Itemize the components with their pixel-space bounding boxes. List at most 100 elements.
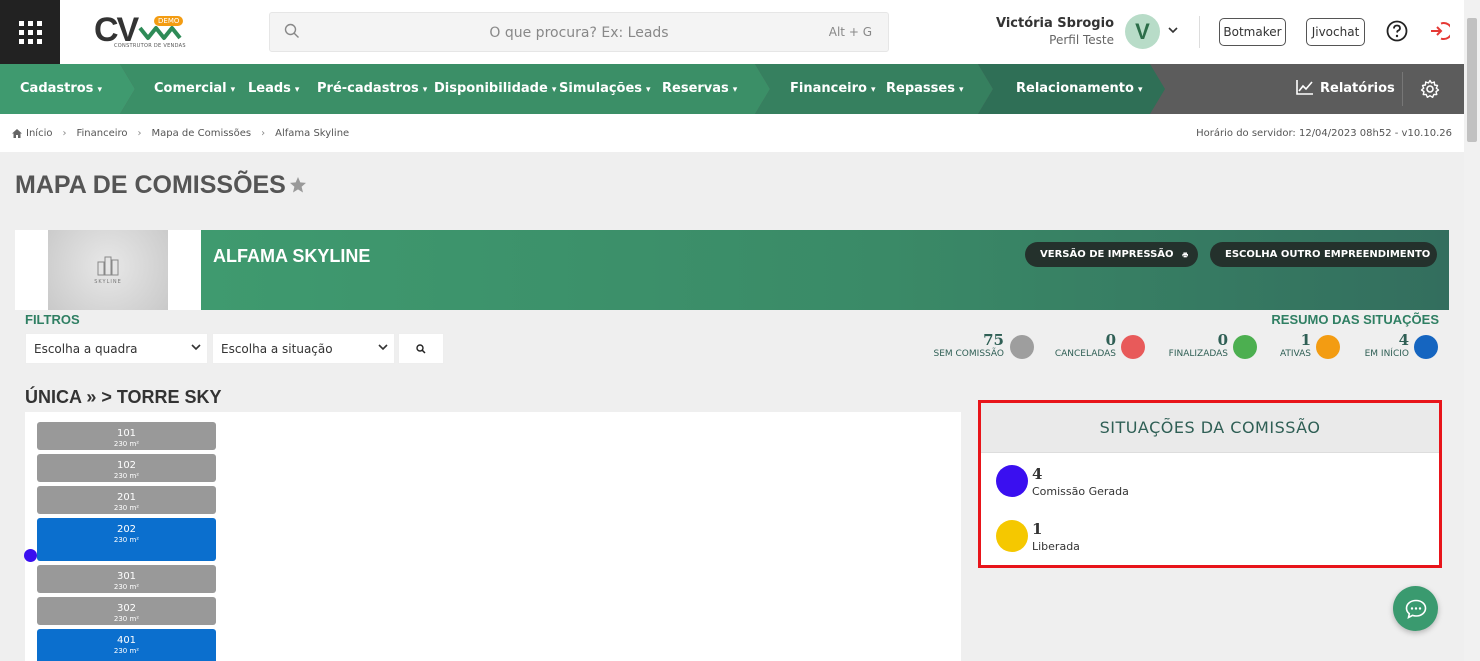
unit-302[interactable]: 302 230 m² bbox=[37, 597, 216, 625]
summary-count: 0 bbox=[1105, 331, 1116, 349]
summary-label-text: ATIVAS bbox=[1279, 349, 1311, 359]
commission-marker bbox=[24, 549, 37, 562]
unit-number: 401 bbox=[116, 635, 137, 646]
summary-label-text: FINALIZADAS bbox=[1168, 349, 1228, 359]
status-dot bbox=[1414, 335, 1438, 359]
nav-item-comercial[interactable]: Comercial ▾ bbox=[154, 64, 235, 114]
building-icon bbox=[97, 256, 119, 275]
star-icon[interactable] bbox=[289, 176, 307, 194]
unit-401[interactable]: 401 230 m² bbox=[37, 629, 216, 661]
project-image: SKYLINE bbox=[48, 230, 168, 310]
summary-label-text: EM INÍCIO bbox=[1364, 349, 1409, 359]
unit-number: 201 bbox=[116, 492, 137, 503]
situacao-select-value: Escolha a situação bbox=[221, 342, 333, 356]
chevron-down-icon: ▾ bbox=[551, 85, 557, 95]
status-label-gerada: Comissão Gerada bbox=[1032, 485, 1129, 498]
home-icon bbox=[12, 129, 22, 138]
tower-title: ÚNICA » > TORRE SKY bbox=[25, 387, 222, 407]
divider bbox=[1199, 16, 1200, 48]
breadcrumb-item-financeiro[interactable]: Financeiro bbox=[76, 128, 127, 139]
summary-sem-comissao: 75 SEM COMISSÃO bbox=[934, 332, 1005, 359]
help-icon[interactable] bbox=[1386, 20, 1408, 42]
situacao-select[interactable]: Escolha a situação bbox=[212, 333, 395, 364]
nav-item-reservas[interactable]: Reservas ▾ bbox=[662, 64, 737, 114]
chevron-down-icon[interactable] bbox=[1168, 24, 1178, 37]
logo-subtitle: CONSTRUTOR DE VENDAS bbox=[114, 43, 186, 49]
scrollbar-thumb[interactable] bbox=[1467, 18, 1477, 142]
unit-area: 230 m² bbox=[113, 472, 140, 480]
summary-count: 1 bbox=[1300, 331, 1311, 349]
summary-label: RESUMO DAS SITUAÇÕES bbox=[1271, 312, 1439, 327]
avatar[interactable]: V bbox=[1125, 14, 1160, 49]
unit-number: 101 bbox=[116, 428, 137, 439]
nav-item-repasses[interactable]: Repasses ▾ bbox=[886, 64, 963, 114]
breadcrumb-item-current: Alfama Skyline bbox=[275, 128, 350, 139]
search-input[interactable]: O que procura? Ex: Leads Alt + G bbox=[269, 12, 889, 52]
logout-icon[interactable] bbox=[1428, 20, 1450, 42]
choose-project-button[interactable]: ESCOLHA OUTRO EMPREENDIMENTO bbox=[1210, 242, 1437, 267]
chevron-down-icon: ▾ bbox=[230, 85, 236, 95]
summary-em-inicio: 4 EM INÍCIO bbox=[1365, 332, 1409, 359]
print-version-label: VERSÃO DE IMPRESSÃO bbox=[1040, 249, 1174, 260]
nav-item-simulacoes[interactable]: Simulações ▾ bbox=[559, 64, 651, 114]
unit-102[interactable]: 102 230 m² bbox=[37, 454, 216, 482]
chevron-right-icon: › bbox=[62, 128, 67, 139]
filter-search-button[interactable] bbox=[398, 333, 444, 364]
search-icon bbox=[416, 343, 426, 354]
unit-area: 230 m² bbox=[113, 647, 140, 655]
filters-label: FILTROS bbox=[25, 312, 80, 327]
nav-item-relacionamento[interactable]: Relacionamento ▾ bbox=[1016, 64, 1142, 114]
gear-icon[interactable] bbox=[1420, 79, 1440, 99]
jivochat-button[interactable]: Jivochat bbox=[1306, 18, 1365, 46]
unit-301[interactable]: 301 230 m² bbox=[37, 565, 216, 593]
botmaker-button[interactable]: Botmaker bbox=[1219, 18, 1286, 46]
top-header: CV DEMO CONSTRUTOR DE VENDAS O que procu… bbox=[0, 0, 1464, 64]
project-image-box: SKYLINE bbox=[15, 230, 201, 310]
apps-menu-button[interactable] bbox=[0, 0, 60, 64]
breadcrumb-item-inicio[interactable]: Início bbox=[26, 128, 52, 139]
server-time: Horário do servidor: 12/04/2023 08h52 - … bbox=[1196, 128, 1452, 139]
divider bbox=[1402, 72, 1403, 106]
status-dot bbox=[996, 465, 1028, 497]
nav-item-leads[interactable]: Leads ▾ bbox=[248, 64, 299, 114]
status-dot bbox=[996, 520, 1028, 552]
status-panel-title: SITUAÇÕES DA COMISSÃO bbox=[981, 403, 1439, 453]
summary-canceladas: 0 CANCELADAS bbox=[1055, 332, 1116, 359]
logo[interactable]: CV DEMO CONSTRUTOR DE VENDAS bbox=[94, 12, 186, 54]
unit-area: 230 m² bbox=[113, 440, 140, 448]
project-image-caption: SKYLINE bbox=[94, 278, 122, 285]
unit-area: 230 m² bbox=[113, 536, 140, 544]
print-version-button[interactable]: VERSÃO DE IMPRESSÃO bbox=[1025, 242, 1198, 267]
summary-count: 75 bbox=[983, 331, 1004, 349]
chat-button[interactable] bbox=[1393, 586, 1438, 631]
search-placeholder: O que procura? Ex: Leads bbox=[489, 25, 669, 41]
page-title: MAPA DE COMISSÕES bbox=[15, 171, 286, 199]
unit-202[interactable]: 202 230 m² bbox=[37, 518, 216, 561]
nav-item-financeiro[interactable]: Financeiro ▾ bbox=[790, 64, 875, 114]
units-panel: 101 230 m² 102 230 m² 201 230 m² 202 230… bbox=[24, 412, 961, 661]
quadra-select[interactable]: Escolha a quadra bbox=[25, 333, 208, 364]
chevron-down-icon bbox=[378, 334, 388, 364]
status-count-liberada: 1 bbox=[1032, 520, 1043, 538]
status-dot bbox=[1010, 335, 1034, 359]
user-info[interactable]: Victória Sbrogio Perfil Teste bbox=[996, 16, 1114, 47]
breadcrumb-item-mapa[interactable]: Mapa de Comissões bbox=[152, 128, 252, 139]
chevron-down-icon bbox=[191, 334, 201, 364]
chevron-right-icon: › bbox=[261, 128, 266, 139]
project-banner: SKYLINE ALFAMA SKYLINE VERSÃO DE IMPRESS… bbox=[15, 230, 1449, 310]
chevron-down-icon: ▾ bbox=[646, 85, 651, 95]
reports-button[interactable]: Relatórios bbox=[1296, 64, 1395, 114]
unit-101[interactable]: 101 230 m² bbox=[37, 422, 216, 450]
nav-item-disponibilidade[interactable]: Disponibilidade ▾ bbox=[434, 64, 556, 114]
logo-demo-badge: DEMO bbox=[154, 16, 184, 26]
status-count-gerada: 4 bbox=[1032, 465, 1043, 483]
page-scrollbar[interactable] bbox=[1464, 0, 1480, 661]
chart-line-icon bbox=[1296, 80, 1313, 95]
apps-grid-icon bbox=[18, 20, 42, 44]
nav-item-pre-cadastros[interactable]: Pré-cadastros ▾ bbox=[317, 64, 427, 114]
summary-count: 4 bbox=[1398, 331, 1409, 349]
status-dot bbox=[1233, 335, 1257, 359]
unit-number: 202 bbox=[116, 524, 137, 535]
unit-201[interactable]: 201 230 m² bbox=[37, 486, 216, 514]
nav-item-cadastros[interactable]: Cadastros ▾ bbox=[20, 64, 102, 114]
